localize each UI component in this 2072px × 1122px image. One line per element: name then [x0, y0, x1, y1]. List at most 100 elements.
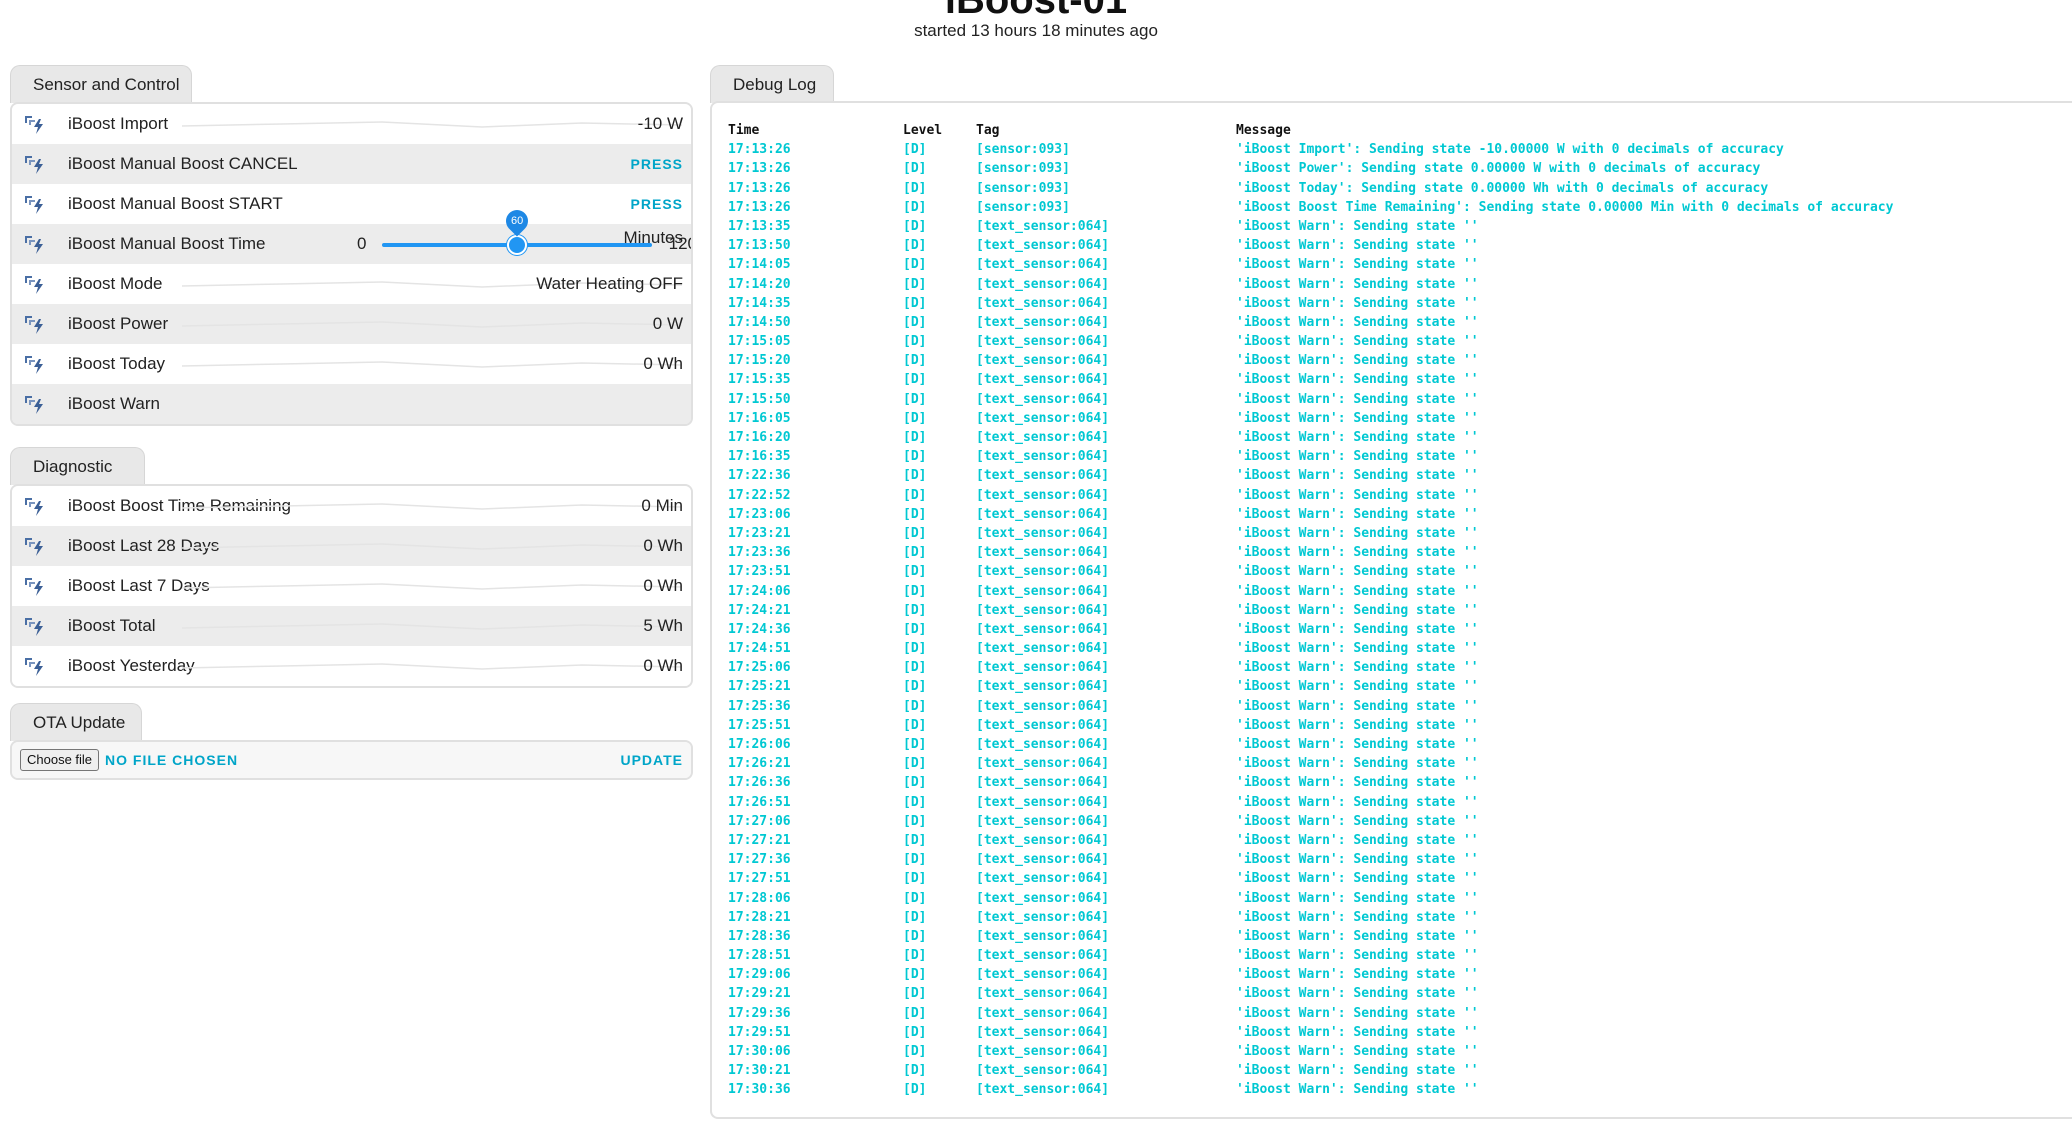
log-message: 'iBoost Warn': Sending state '': [1236, 334, 1479, 350]
press-button[interactable]: PRESS: [631, 184, 683, 224]
log-entry-row: 17:25:51 [D] [text_sensor:064] 'iBoost Warn…: [728, 716, 2072, 735]
log-entry-row: 17:16:05 [D] [text_sensor:064] 'iBoost Warn…: [728, 409, 2072, 428]
slider-thumb[interactable]: [507, 235, 527, 255]
log-message: 'iBoost Warn': Sending state '': [1236, 660, 1479, 676]
log-message: 'iBoost Warn': Sending state '': [1236, 1082, 1479, 1098]
log-header-message: Message: [1236, 123, 1291, 138]
log-time: 17:23:36: [728, 545, 791, 561]
log-entry-row: 17:25:36 [D] [text_sensor:064] 'iBoost Warn…: [728, 697, 2072, 716]
lightning-bolt-icon: [22, 533, 48, 559]
log-time: 17:14:50: [728, 314, 791, 330]
page-title: iBoost-01: [944, 0, 1128, 22]
log-level: [D]: [903, 1063, 927, 1079]
log-time: 17:13:26: [728, 161, 791, 177]
log-level: [D]: [903, 756, 927, 772]
log-message: 'iBoost Today': Sending state 0.00000 Wh…: [1236, 180, 1769, 196]
log-entry-row: 17:27:06 [D] [text_sensor:064] 'iBoost Warn…: [728, 812, 2072, 831]
log-level: [D]: [903, 641, 927, 657]
log-time: 17:14:20: [728, 276, 791, 292]
log-tag: [text_sensor:064]: [976, 372, 1110, 388]
log-message: 'iBoost Warn': Sending state '': [1236, 1063, 1479, 1079]
log-message: 'iBoost Warn': Sending state '': [1236, 852, 1479, 868]
tab-diagnostic[interactable]: Diagnostic: [10, 447, 145, 485]
log-message: 'iBoost Warn': Sending state '': [1236, 410, 1479, 426]
update-button[interactable]: UPDATE: [620, 742, 683, 778]
log-time: 17:13:26: [728, 180, 791, 196]
entity-name: iBoost Warn: [68, 394, 160, 413]
entity-value: 0 Wh: [643, 354, 683, 373]
log-time: 17:13:26: [728, 142, 791, 158]
log-level: [D]: [903, 928, 927, 944]
log-entry-row: 17:24:06 [D] [text_sensor:064] 'iBoost Warn…: [728, 582, 2072, 601]
log-entry-row: 17:22:52 [D] [text_sensor:064] 'iBoost Warn…: [728, 486, 2072, 505]
log-tag: [text_sensor:064]: [976, 1005, 1110, 1021]
log-entry-row: 17:13:26 [D] [sensor:093] 'iBoost Today': S…: [728, 179, 2072, 198]
log-tag: [text_sensor:064]: [976, 564, 1110, 580]
log-tag: [text_sensor:064]: [976, 1082, 1110, 1098]
log-tag: [text_sensor:064]: [976, 775, 1110, 791]
log-tag: [text_sensor:064]: [976, 583, 1110, 599]
log-level: [D]: [903, 161, 927, 177]
sensor-row: iBoost Manual Boost START PRESS: [12, 184, 691, 224]
log-entry-row: 17:15:35 [D] [text_sensor:064] 'iBoost Warn…: [728, 370, 2072, 389]
debug-log-panel[interactable]: Time Level Tag Message 17:13:26 [D] [senso…: [710, 101, 2072, 1119]
log-time: 17:15:35: [728, 372, 791, 388]
log-tag: [text_sensor:064]: [976, 1044, 1110, 1059]
log-time: 17:15:50: [728, 391, 791, 407]
log-entry-row: 17:13:50 [D] [text_sensor:064] 'iBoost Warn…: [728, 236, 2072, 255]
log-entry-row: 17:26:51 [D] [text_sensor:064] 'iBoost Warn…: [728, 793, 2072, 812]
history-sparkline: [182, 583, 682, 590]
log-level: [D]: [903, 967, 927, 983]
log-message: 'iBoost Warn': Sending state '': [1236, 430, 1479, 445]
log-entry-row: 17:26:36 [D] [text_sensor:064] 'iBoost Warn…: [728, 773, 2072, 792]
log-entry-row: 17:23:06 [D] [text_sensor:064] 'iBoost Warn…: [728, 505, 2072, 524]
sensor-row: iBoost Warn: [12, 384, 691, 424]
log-message: 'iBoost Power': Sending state 0.00000 W …: [1236, 161, 1761, 177]
log-entry-row: 17:25:06 [D] [text_sensor:064] 'iBoost Warn…: [728, 658, 2072, 677]
log-level: [D]: [903, 679, 927, 695]
lightning-bolt-icon: [22, 653, 48, 679]
log-tag: [text_sensor:064]: [976, 832, 1110, 848]
log-tag: [text_sensor:064]: [976, 737, 1110, 752]
log-message: 'iBoost Warn': Sending state '': [1236, 257, 1479, 273]
log-message: 'iBoost Warn': Sending state '': [1236, 832, 1479, 848]
lightning-bolt-icon: [22, 271, 48, 297]
log-entry-row: 17:16:35 [D] [text_sensor:064] 'iBoost Warn…: [728, 447, 2072, 466]
log-tag: [text_sensor:064]: [976, 871, 1110, 887]
log-message: 'iBoost Warn': Sending state '': [1236, 756, 1479, 772]
entity-name: iBoost Mode: [68, 274, 163, 293]
press-button[interactable]: PRESS: [631, 144, 683, 184]
log-time: 17:29:21: [728, 986, 791, 1002]
log-entry-row: 17:28:36 [D] [text_sensor:064] 'iBoost Warn…: [728, 927, 2072, 946]
tab-ota-update[interactable]: OTA Update: [10, 703, 142, 741]
log-message: 'iBoost Warn': Sending state '': [1236, 295, 1479, 311]
history-sparkline: [182, 543, 682, 550]
lightning-bolt-icon: [22, 613, 48, 639]
log-message: 'iBoost Import': Sending state -10.00000…: [1236, 142, 1784, 158]
log-level: [D]: [903, 698, 927, 714]
log-tag: [sensor:093]: [976, 142, 1070, 158]
log-level: [D]: [903, 813, 927, 829]
log-message: 'iBoost Warn': Sending state '': [1236, 948, 1479, 964]
log-time: 17:25:21: [728, 679, 791, 695]
choose-file-button[interactable]: Choose file: [20, 749, 100, 771]
log-tag: [text_sensor:064]: [976, 353, 1110, 369]
entity-name: iBoost Yesterday: [68, 656, 195, 675]
log-message: 'iBoost Warn': Sending state '': [1236, 698, 1479, 714]
tab-debug-log[interactable]: Debug Log: [710, 65, 834, 103]
log-entry-row: 17:30:21 [D] [text_sensor:064] 'iBoost Warn…: [728, 1061, 2072, 1080]
log-level: [D]: [903, 218, 927, 234]
log-message: 'iBoost Warn': Sending state '': [1236, 909, 1479, 925]
log-tag: [text_sensor:064]: [976, 468, 1110, 484]
log-message: 'iBoost Warn': Sending state '': [1236, 1044, 1479, 1059]
slider-unit: Minutes: [623, 228, 683, 247]
log-level: [D]: [903, 909, 927, 925]
log-time: 17:28:21: [728, 909, 791, 925]
log-entry-row: 17:22:36 [D] [text_sensor:064] 'iBoost Warn…: [728, 466, 2072, 485]
tab-sensor-and-control[interactable]: Sensor and Control: [10, 65, 192, 103]
log-time: 17:27:51: [728, 871, 791, 887]
log-time: 17:28:36: [728, 928, 791, 944]
log-tag: [text_sensor:064]: [976, 756, 1110, 772]
log-level: [D]: [903, 391, 927, 407]
log-time: 17:25:51: [728, 717, 791, 733]
